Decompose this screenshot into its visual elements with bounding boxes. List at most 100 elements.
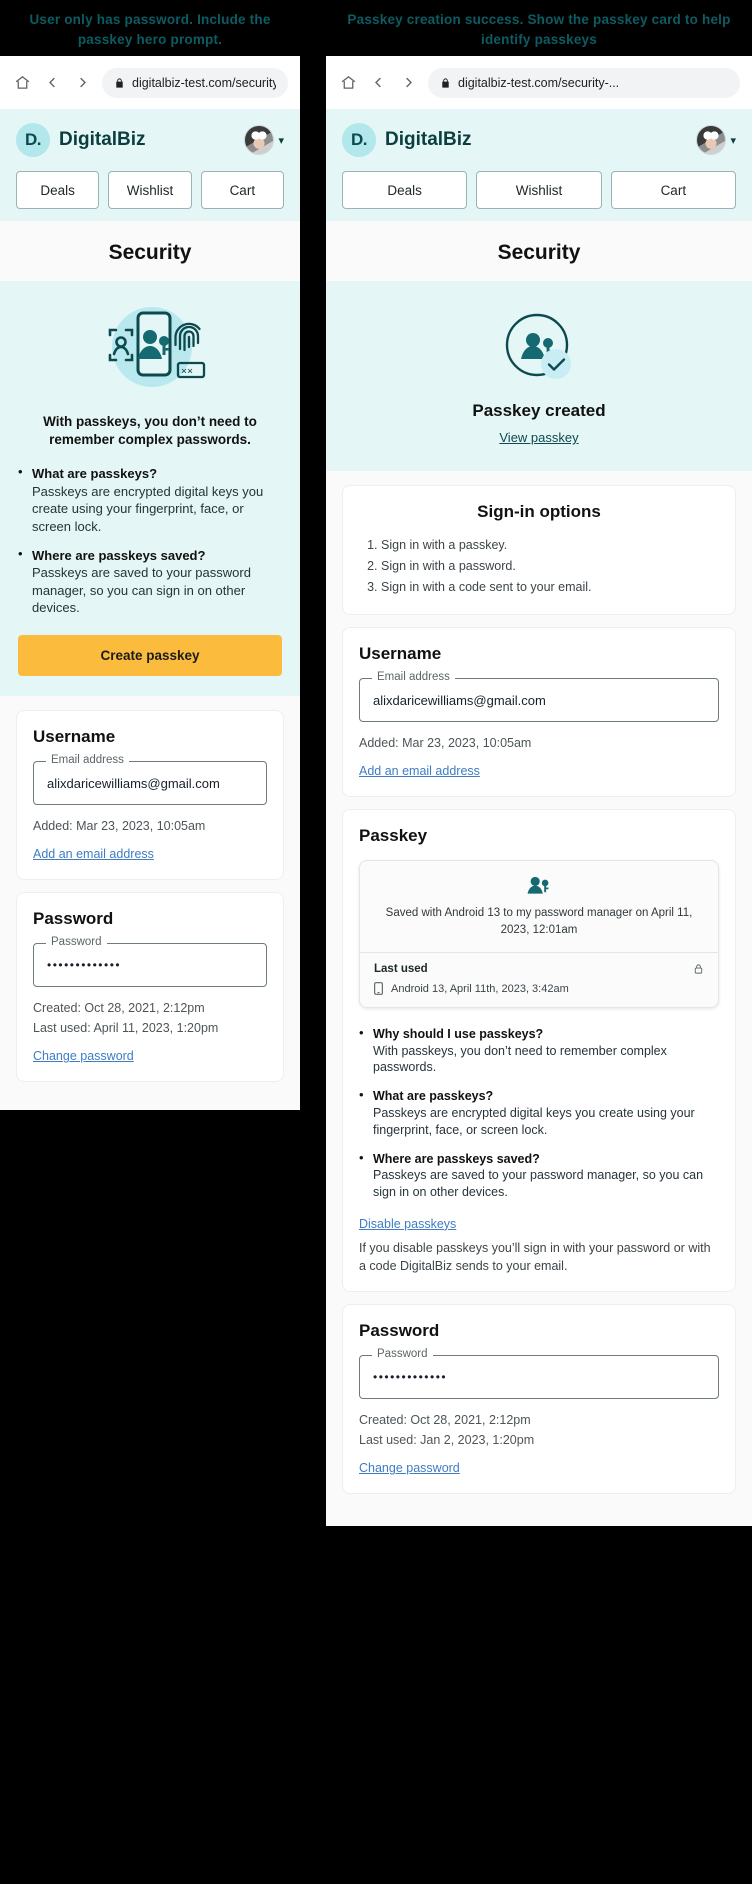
home-icon[interactable] [338,73,358,93]
left-page-title: Security [0,221,300,281]
right-variant-panel: Passkey creation success. Show the passk… [326,0,752,1884]
passkey-success-banner: Passkey created View passkey [326,281,752,471]
username-card-title: Username [33,727,116,747]
faq-answer: Passkeys are saved to your password mana… [373,1168,704,1199]
brand-badge-icon: D. [342,123,376,157]
passkey-person-key-icon [374,875,704,897]
password-created-meta: Created: Oct 28, 2021, 2:12pm [33,1001,205,1016]
passkey-card: Passkey Saved with Android 13 to my pass… [342,809,736,1293]
email-field[interactable]: alixdaricewilliams@gmail.com [359,678,719,723]
password-masked-value: ••••••••••••• [47,958,122,973]
home-icon[interactable] [12,73,32,93]
chevron-down-icon[interactable]: ▾ [730,134,736,147]
list-item: Sign in with a code sent to your email. [381,578,719,597]
password-field[interactable]: ••••••••••••• [359,1355,719,1400]
tab-wishlist[interactable]: Wishlist [108,171,192,209]
avatar[interactable] [244,125,275,155]
passkey-hero-illustration: ××_ [18,303,282,395]
spacer [326,471,752,485]
email-field-label: Email address [372,671,455,684]
right-username-card: Username Email address alixdaricewilliam… [342,627,736,798]
password-created-meta: Created: Oct 28, 2021, 2:12pm [359,1413,531,1428]
account-menu[interactable]: ▾ [244,125,284,155]
left-nav-tabs: Deals Wishlist Cart [16,171,284,209]
brand-logo[interactable]: D. DigitalBiz [342,123,472,157]
chevron-right-icon[interactable] [398,73,418,93]
hero-lead-text: With passkeys, you don’t need to remembe… [43,414,257,448]
left-app-viewport: D. DigitalBiz ▾ Deals Wishlist Cart Secu… [0,109,300,1111]
password-field-wrapper[interactable]: Password ••••••••••••• [359,1348,719,1400]
tab-wishlist[interactable]: Wishlist [476,171,602,209]
passkey-faq-list: Why should I use passkeys? With passkeys… [359,1025,719,1201]
list-item: Sign in with a password. [381,557,719,576]
right-app-header: D. DigitalBiz ▾ Deals Wishlist Cart [326,109,752,221]
spacer [0,1094,300,1111]
passkey-lastused-label: Last used [374,963,428,976]
chevron-left-icon[interactable] [368,73,388,93]
passkey-detail-description: Saved with Android 13 to my password man… [385,907,693,936]
brand-name: DigitalBiz [59,129,146,150]
email-field-wrapper[interactable]: Email address alixdaricewilliams@gmail.c… [359,671,719,723]
faq-answer: Passkeys are encrypted digital keys you … [373,1105,695,1137]
password-field-label: Password [46,936,107,949]
tab-cart[interactable]: Cart [610,171,736,209]
email-field-wrapper[interactable]: Email address alixdaricewilliams@gmail.c… [33,754,267,806]
panel-gap [300,0,326,1884]
left-app-header: D. DigitalBiz ▾ Deals Wishlist Cart [0,109,300,221]
add-email-link[interactable]: Add an email address [33,847,154,861]
password-lastused-meta: Last used: April 11, 2023, 1:20pm [33,1021,219,1036]
url-text: digitalbiz-test.com/security-... [458,75,620,90]
add-email-link[interactable]: Add an email address [359,764,480,778]
hero-faq-list: What are passkeys? Passkeys are encrypte… [18,464,282,617]
right-nav-tabs: Deals Wishlist Cart [342,171,736,209]
right-page-title: Security [326,221,752,281]
brand-name: DigitalBiz [385,129,472,150]
tab-deals[interactable]: Deals [342,171,468,209]
right-browser-chrome: digitalbiz-test.com/security-... [326,56,752,109]
right-app-viewport: D. DigitalBiz ▾ Deals Wishlist Cart Secu… [326,109,752,1527]
address-bar[interactable]: digitalbiz-test.com/security-... [428,67,740,98]
passkey-card-title: Passkey [359,826,428,846]
password-field-label: Password [372,1348,433,1361]
create-passkey-button[interactable]: Create passkey [18,635,282,677]
faq-answer: With passkeys, you don’t need to remembe… [373,1043,667,1075]
username-card-title: Username [359,644,442,664]
faq-answer: Passkeys are saved to your password mana… [32,565,251,616]
left-username-card: Username Email address alixdaricewilliam… [16,710,284,881]
phone-icon [374,982,383,995]
password-field[interactable]: ••••••••••••• [33,943,267,988]
disable-passkeys-link[interactable]: Disable passkeys [359,1217,456,1231]
chevron-right-icon[interactable] [72,73,92,93]
left-annotation-caption: User only has password. Include the pass… [0,0,300,56]
change-password-link[interactable]: Change password [359,1461,460,1475]
tab-deals[interactable]: Deals [16,171,100,209]
avatar[interactable] [696,125,727,155]
signin-options-title: Sign-in options [477,502,601,521]
right-password-card: Password Password ••••••••••••• Created:… [342,1304,736,1495]
change-password-link[interactable]: Change password [33,1049,134,1063]
email-field[interactable]: alixdaricewilliams@gmail.com [33,761,267,806]
account-menu[interactable]: ▾ [696,125,736,155]
passkey-success-illustration [344,307,734,387]
left-browser-chrome: digitalbiz-test.com/security-... [0,56,300,109]
passkey-created-title: Passkey created [472,401,606,420]
brand-logo[interactable]: D. DigitalBiz [16,123,146,157]
tab-cart[interactable]: Cart [200,171,284,209]
chevron-down-icon[interactable]: ▾ [278,134,284,147]
password-field-wrapper[interactable]: Password ••••••••••••• [33,936,267,988]
chevron-left-icon[interactable] [42,73,62,93]
password-card-title: Password [33,909,114,929]
lock-icon [693,963,704,975]
passkey-detail-card[interactable]: Saved with Android 13 to my password man… [359,860,719,1009]
url-text: digitalbiz-test.com/security-... [132,75,276,90]
address-bar[interactable]: digitalbiz-test.com/security-... [102,67,288,98]
lock-icon [114,77,125,89]
left-variant-panel: User only has password. Include the pass… [0,0,300,1884]
left-password-card: Password Password ••••••••••••• Created:… [16,892,284,1083]
email-field-label: Email address [46,754,129,767]
view-passkey-link[interactable]: View passkey [499,430,578,445]
faq-question: Why should I use passkeys? [373,1027,544,1042]
passkey-hero-prompt: ××_ With passkeys, you don’t need to rem… [0,281,300,697]
list-item: Sign in with a passkey. [381,536,719,555]
list-item: Where are passkeys saved? Passkeys are s… [359,1150,719,1201]
